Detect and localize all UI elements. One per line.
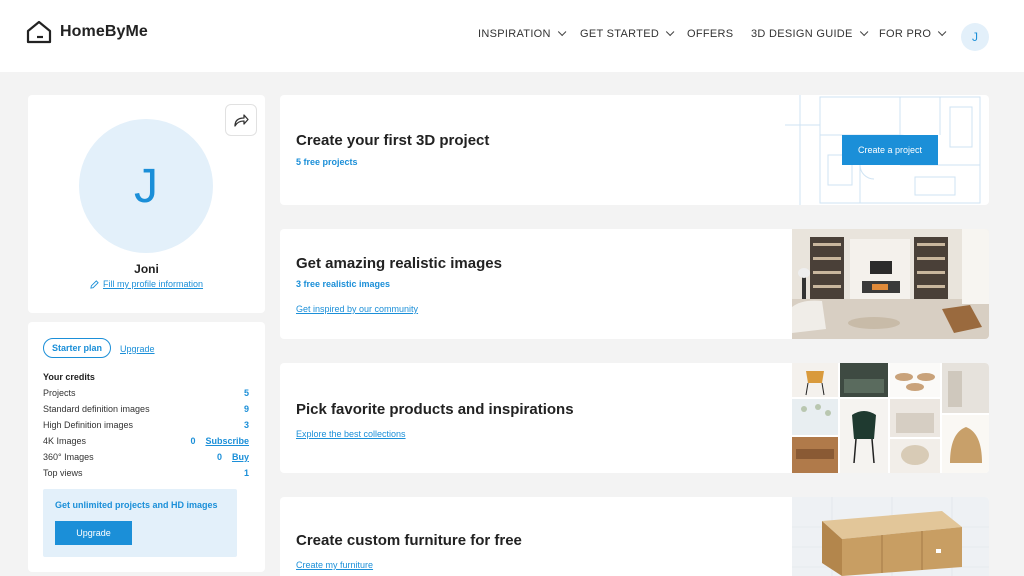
credit-row: 360° Images 0 Buy: [43, 452, 249, 462]
credit-row: Top views 1: [43, 468, 249, 478]
chevron-down-icon: [938, 27, 947, 37]
edit-profile-link[interactable]: Fill my profile information: [28, 279, 265, 289]
promo-text: Get unlimited projects and HD images: [55, 500, 218, 510]
subscribe-link[interactable]: Subscribe: [205, 436, 249, 446]
nav-label: GET STARTED: [580, 28, 660, 40]
edit-profile-label: Fill my profile information: [102, 279, 204, 289]
chevron-down-icon: [665, 27, 675, 37]
collections-link[interactable]: Explore the best collections: [296, 429, 406, 439]
promo-upgrade-button[interactable]: Upgrade: [55, 521, 132, 545]
chevron-down-icon: [859, 27, 869, 37]
nav-label: INSPIRATION: [478, 28, 551, 40]
profile-card: J Joni Fill my profile information: [28, 95, 265, 313]
credit-value: 0: [190, 436, 196, 446]
card-subtitle: 5 free projects: [296, 157, 358, 167]
pencil-icon: [90, 279, 99, 289]
create-furniture-link[interactable]: Create my furniture: [296, 560, 373, 570]
upgrade-promo: Get unlimited projects and HD images Upg…: [43, 489, 237, 557]
credit-value: 5: [243, 388, 249, 398]
credit-row: Projects 5: [43, 388, 249, 398]
credit-label: High Definition images: [43, 420, 134, 430]
top-header: HomeByMe INSPIRATION GET STARTED OFFERS …: [0, 0, 1024, 72]
credit-label: Top views: [43, 468, 83, 478]
furniture-configurator-image: [792, 497, 989, 576]
credit-label: Standard definition images: [43, 404, 150, 414]
credit-row: High Definition images 3: [43, 420, 249, 430]
nav-for-pro[interactable]: FOR PRO: [879, 27, 947, 40]
credits-card: Starter plan Upgrade Your credits Projec…: [28, 322, 265, 572]
brand-logo[interactable]: HomeByMe: [26, 20, 148, 44]
credit-label: Projects: [43, 388, 76, 398]
realistic-images-card: Get amazing realistic images 3 free real…: [280, 229, 989, 339]
credits-title: Your credits: [43, 372, 95, 382]
living-room-render-image: [792, 229, 989, 339]
nav-offers[interactable]: OFFERS: [687, 28, 733, 40]
favorite-products-card: Pick favorite products and inspirations …: [280, 363, 989, 473]
share-button[interactable]: [225, 104, 257, 136]
credit-row: 4K Images 0 Subscribe: [43, 436, 249, 446]
nav-label: OFFERS: [687, 28, 734, 40]
buy-link[interactable]: Buy: [232, 452, 249, 462]
credit-value-group: 0 Buy: [217, 452, 249, 462]
nav-label: 3D DESIGN GUIDE: [751, 28, 853, 40]
credit-value-group: 0 Subscribe: [190, 436, 249, 446]
nav-get-started[interactable]: GET STARTED: [580, 27, 675, 40]
credit-label: 4K Images: [43, 436, 87, 446]
credit-value: 1: [243, 468, 249, 478]
create-project-card: Create your first 3D project 5 free proj…: [280, 95, 989, 205]
nav-label: FOR PRO: [879, 28, 932, 40]
card-title: Create your first 3D project: [296, 132, 490, 149]
credit-label: 360° Images: [43, 452, 94, 462]
house-outline-icon: [26, 20, 52, 44]
card-title: Create custom furniture for free: [296, 532, 522, 549]
card-title: Get amazing realistic images: [296, 255, 502, 272]
create-project-button[interactable]: Create a project: [842, 135, 938, 165]
credit-row: Standard definition images 9: [43, 404, 249, 414]
profile-avatar: J: [79, 119, 213, 253]
chevron-down-icon: [557, 27, 567, 37]
upgrade-link[interactable]: Upgrade: [120, 344, 155, 354]
brand-name: HomeByMe: [60, 23, 148, 40]
share-arrow-icon: [234, 114, 249, 127]
credit-value: 9: [243, 404, 249, 414]
card-title: Pick favorite products and inspirations: [296, 401, 574, 418]
credit-value: 0: [216, 452, 222, 462]
nav-3d-design-guide[interactable]: 3D DESIGN GUIDE: [751, 27, 869, 40]
user-avatar-button[interactable]: J: [961, 23, 989, 51]
community-link[interactable]: Get inspired by our community: [296, 304, 418, 314]
nav-inspiration[interactable]: INSPIRATION: [478, 27, 567, 40]
credit-value: 3: [243, 420, 249, 430]
profile-name: Joni: [134, 262, 159, 276]
product-mosaic-image: [792, 363, 989, 473]
custom-furniture-card: Create custom furniture for free Create …: [280, 497, 989, 576]
plan-badge[interactable]: Starter plan: [43, 338, 112, 358]
card-subtitle: 3 free realistic images: [296, 279, 391, 289]
